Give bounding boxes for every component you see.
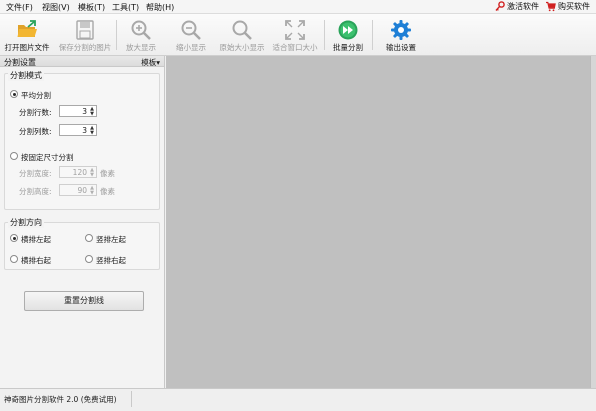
horizontal-right-radio[interactable] [10,255,18,263]
menu-bar: 文件(F) 视图(V) 模板(T) 工具(T) 帮助(H) 激活软件 购买软件 [0,0,596,14]
stepper-arrows-icon[interactable]: ▲ ▼ [89,126,95,136]
menu-view[interactable]: 视图(V) [42,2,70,13]
status-bar: 神奇图片分割软件 2.0 (免费试用) [0,388,596,411]
fit-window-button[interactable]: 适合窗口大小 [268,14,322,56]
vertical-right-radio[interactable] [85,255,93,263]
status-text: 神奇图片分割软件 2.0 (免费试用) [4,395,117,404]
activate-software-link[interactable]: 激活软件 [495,1,539,12]
fast-forward-icon [338,20,358,40]
vertical-left-radio[interactable] [85,234,93,242]
vertical-right-label: 竖排右起 [96,256,126,265]
menu-help[interactable]: 帮助(H) [146,2,174,13]
reset-split-lines-button[interactable]: 重置分割线 [24,291,144,311]
template-dropdown[interactable]: 模板▾ [141,57,160,68]
open-image-button[interactable]: 打开图片文件 [0,14,54,56]
split-direction-title: 分割方向 [8,217,44,228]
rows-label: 分割行数: [19,108,52,117]
gear-icon [391,20,411,40]
toolbar-separator [372,20,373,50]
image-canvas[interactable] [166,56,596,388]
horizontal-left-label: 横排左起 [21,235,51,244]
buy-software-link[interactable]: 购买软件 [545,1,590,12]
toolbar-separator [116,20,117,50]
stepper-arrows-icon[interactable]: ▲ ▼ [89,186,95,196]
vertical-left-label: 竖排左起 [96,235,126,244]
toolbar: 打开图片文件 保存分割的图片 放大显示 缩小显示 原始大小显示 适合窗口大小 批… [0,14,596,56]
fixed-size-split-label: 按固定尺寸分割 [21,153,74,162]
height-stepper[interactable]: 90 ▲ ▼ [59,184,97,196]
stepper-arrows-icon[interactable]: ▲ ▼ [89,168,95,178]
cart-icon [546,1,556,12]
original-size-button[interactable]: 原始大小显示 [216,14,268,56]
canvas-scrollbar[interactable] [590,56,596,388]
average-split-radio[interactable] [10,90,18,98]
menu-file[interactable]: 文件(F) [6,2,33,13]
toolbar-separator [324,20,325,50]
width-label: 分割宽度: [19,169,52,178]
width-stepper[interactable]: 120 ▲ ▼ [59,166,97,178]
panel-header: 分割设置 模板▾ [0,56,164,67]
zoom-in-button[interactable]: 放大显示 [118,14,164,56]
expand-arrows-icon [285,20,305,40]
average-split-label: 平均分割 [21,91,51,100]
zoom-in-icon [131,20,151,40]
cols-stepper[interactable]: 3 ▲ ▼ [59,124,97,136]
buy-label: 购买软件 [558,2,590,11]
height-label: 分割高度: [19,187,52,196]
magnifier-icon [232,20,252,40]
stepper-arrows-icon[interactable]: ▲ ▼ [89,107,95,117]
save-disk-icon [76,20,94,40]
key-icon [495,1,505,11]
zoom-out-button[interactable]: 缩小显示 [168,14,214,56]
menu-tools[interactable]: 工具(T) [112,2,139,13]
zoom-out-icon [181,20,201,40]
width-unit-label: 像素 [100,169,115,178]
menu-template[interactable]: 模板(T) [78,2,105,13]
folder-open-icon [17,20,37,37]
fixed-size-split-radio[interactable] [10,152,18,160]
height-unit-label: 像素 [100,187,115,196]
split-mode-title: 分割模式 [8,70,44,81]
batch-split-button[interactable]: 批量分割 [326,14,370,56]
cols-label: 分割列数: [19,127,52,136]
panel-title: 分割设置 [4,58,36,67]
output-settings-button[interactable]: 输出设置 [376,14,426,56]
save-split-images-button[interactable]: 保存分割的图片 [56,14,114,56]
split-settings-panel: 分割设置 模板▾ 分割模式 平均分割 分割行数: 3 ▲ ▼ 分割列数: 3 ▲ ▼… [0,56,165,388]
horizontal-right-label: 横排右起 [21,256,51,265]
activate-label: 激活软件 [507,2,539,11]
horizontal-left-radio[interactable] [10,234,18,242]
status-divider [131,391,132,407]
rows-stepper[interactable]: 3 ▲ ▼ [59,105,97,117]
